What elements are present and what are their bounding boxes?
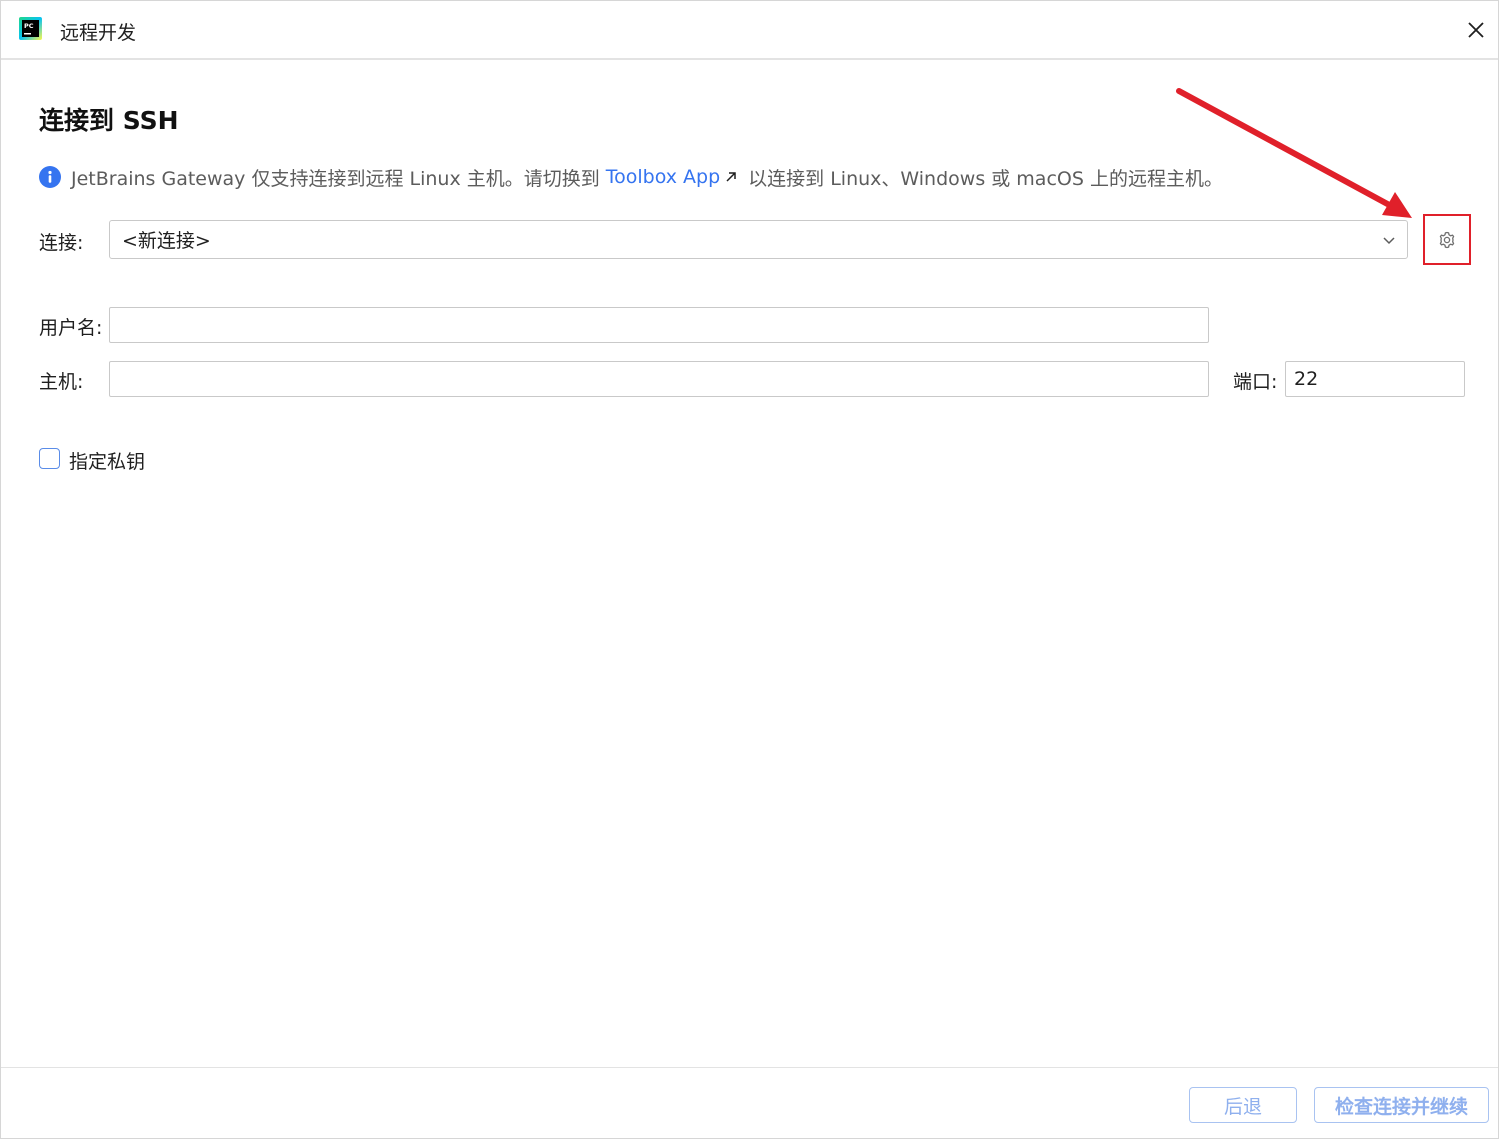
external-link-icon: [724, 170, 738, 184]
info-message: JetBrains Gateway 仅支持连接到远程 Linux 主机。请切换到…: [39, 164, 1223, 190]
port-label: 端口:: [1233, 371, 1278, 393]
check-connection-continue-button[interactable]: 检查连接并继续: [1314, 1087, 1489, 1123]
info-text-before: JetBrains Gateway 仅支持连接到远程 Linux 主机。请切换到: [71, 167, 600, 190]
connection-settings-button[interactable]: [1423, 214, 1471, 265]
connection-select[interactable]: <新连接>: [109, 220, 1408, 259]
port-input[interactable]: [1285, 361, 1465, 397]
username-label: 用户名:: [39, 317, 103, 339]
connection-select-value: <新连接>: [122, 230, 211, 252]
host-label: 主机:: [39, 371, 84, 393]
remote-dev-dialog: PC 远程开发 连接到 SSH JetBrains Gateway 仅支持连接到…: [0, 0, 1499, 1139]
title-bar: PC 远程开发: [1, 1, 1498, 60]
toolbox-app-link[interactable]: Toolbox App: [606, 166, 720, 188]
chevron-down-icon: [1383, 237, 1395, 245]
page-title: 连接到 SSH: [39, 106, 179, 135]
connection-label: 连接:: [39, 232, 84, 254]
username-input[interactable]: [109, 307, 1209, 343]
private-key-label[interactable]: 指定私钥: [69, 447, 145, 474]
host-input[interactable]: [109, 361, 1209, 397]
dialog-footer: 后退 检查连接并继续: [1, 1067, 1498, 1140]
window-title: 远程开发: [60, 22, 137, 44]
info-icon: [39, 166, 61, 188]
close-icon: [1468, 22, 1484, 38]
app-icon-label: PC: [24, 22, 34, 30]
back-button[interactable]: 后退: [1189, 1087, 1297, 1123]
info-text-after: 以连接到 Linux、Windows 或 macOS 上的远程主机。: [748, 167, 1223, 190]
close-button[interactable]: [1459, 14, 1493, 46]
pycharm-app-icon: PC: [19, 17, 42, 40]
gear-icon: [1439, 231, 1455, 248]
private-key-checkbox[interactable]: [39, 448, 60, 469]
